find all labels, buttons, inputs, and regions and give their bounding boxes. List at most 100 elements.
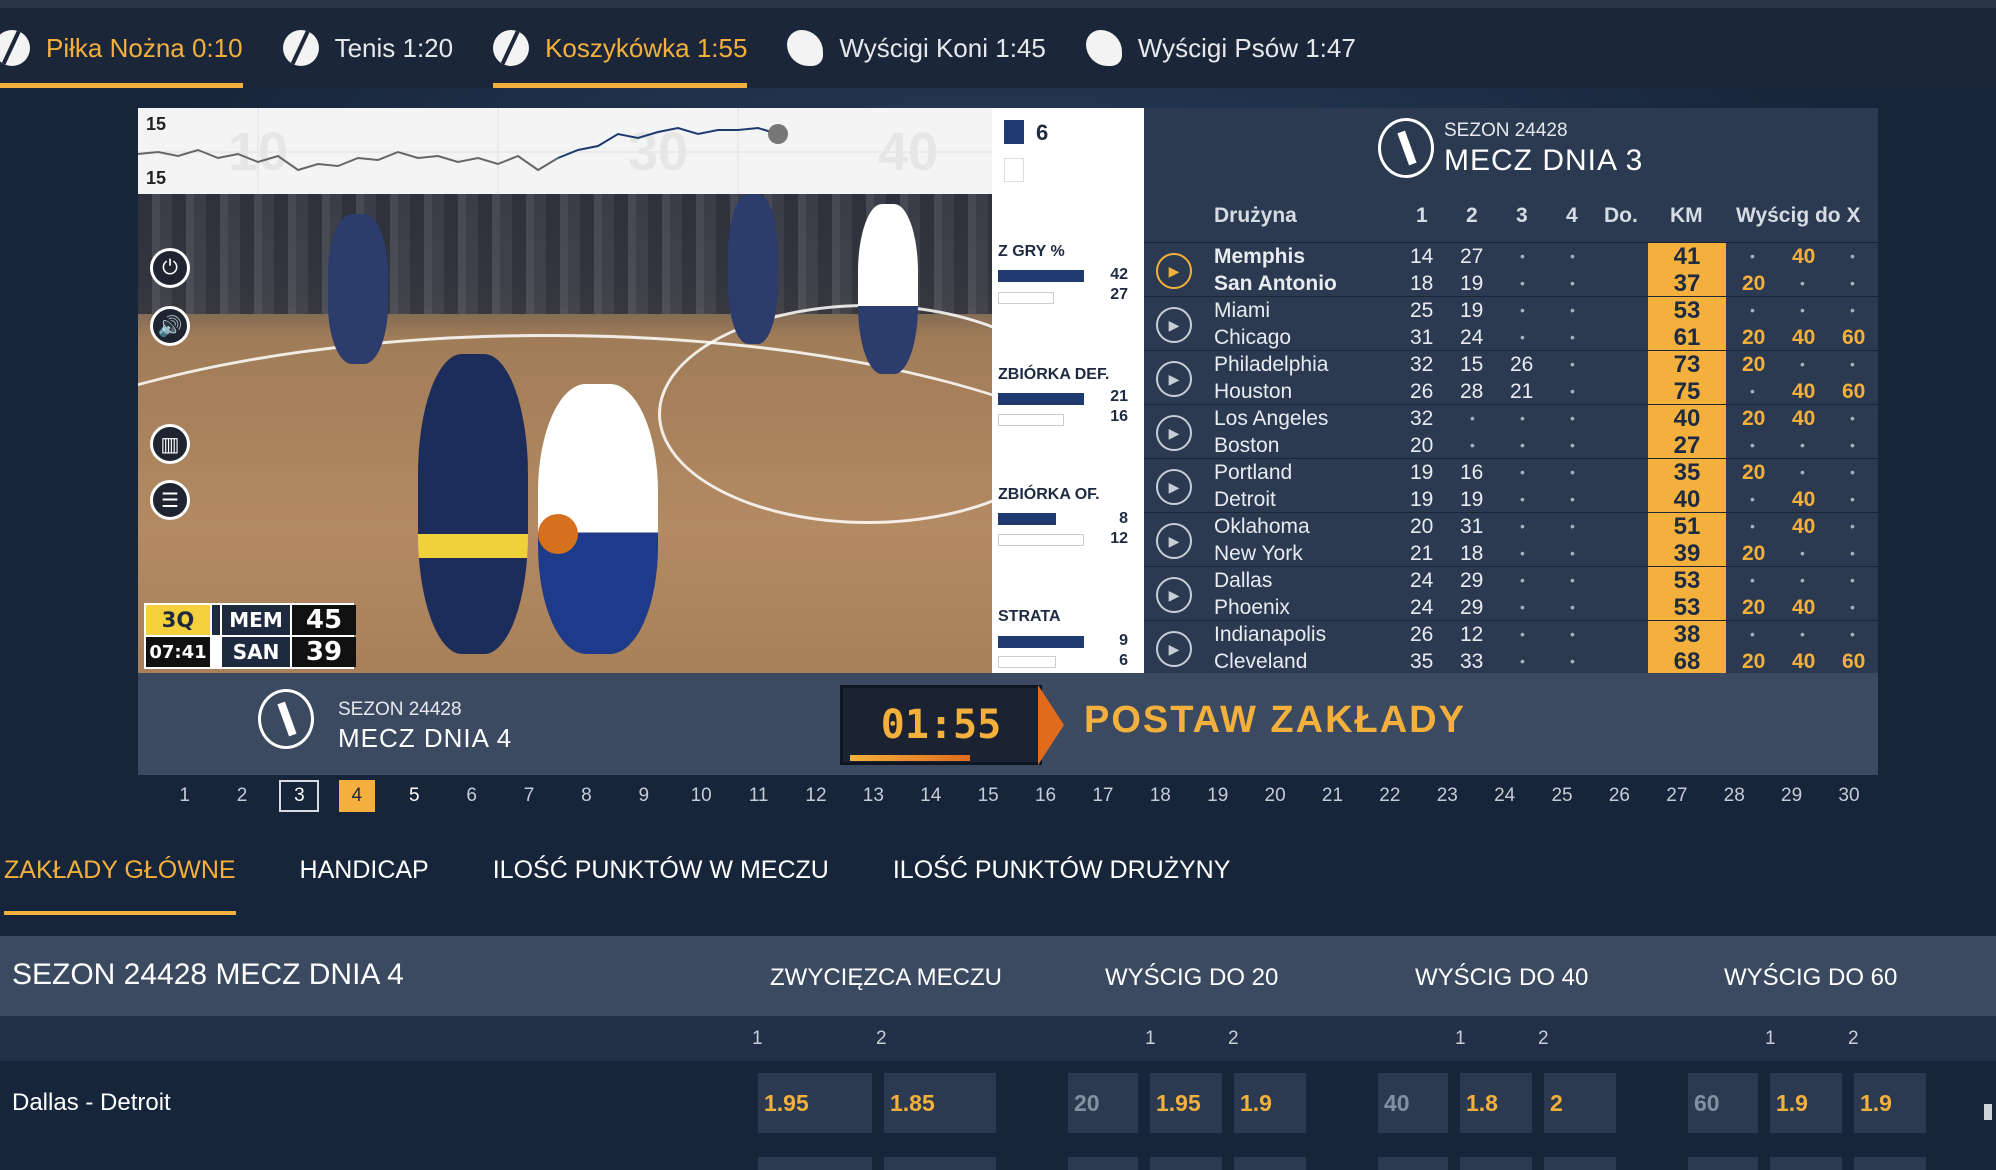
match-number-19[interactable]: 19 bbox=[1189, 785, 1246, 807]
list-button[interactable]: ☰ bbox=[150, 480, 190, 520]
team2-score: 39 bbox=[292, 637, 356, 667]
odd-stub[interactable] bbox=[1460, 1157, 1532, 1170]
match-number-14[interactable]: 14 bbox=[902, 785, 959, 807]
result-row[interactable]: ▶ Dallas Phoenix 24 24 29 29 • • • • 53 53 • 20 • 40 • • bbox=[1144, 566, 1878, 621]
odd-stub[interactable] bbox=[1688, 1157, 1758, 1170]
sub-race60-2: 2 bbox=[1848, 1028, 1859, 1049]
match-number-26[interactable]: 26 bbox=[1591, 785, 1648, 807]
tab-soccer[interactable]: Piłka Nożna 0:10 bbox=[0, 8, 243, 88]
scrollbar[interactable] bbox=[1984, 1104, 1992, 1120]
match-number-17[interactable]: 17 bbox=[1074, 785, 1131, 807]
match-number-15[interactable]: 15 bbox=[959, 785, 1016, 807]
result-row[interactable]: ▶ Philadelphia Houston 32 26 15 28 26 21 • • 73 75 20… bbox=[1144, 350, 1878, 405]
stats-button[interactable]: ▥ bbox=[150, 424, 190, 464]
play-replay-icon[interactable]: ▶ bbox=[1156, 577, 1192, 613]
match-number-12[interactable]: 12 bbox=[787, 785, 844, 807]
play-replay-icon[interactable]: ▶ bbox=[1156, 469, 1192, 505]
match-number-11[interactable]: 11 bbox=[730, 785, 787, 807]
play-replay-icon[interactable]: ▶ bbox=[1156, 523, 1192, 559]
match-number-10[interactable]: 10 bbox=[672, 785, 729, 807]
odds-row: Dallas - Detroit 1.95 1.85 20 1.95 1.9 4… bbox=[0, 1061, 1996, 1151]
match-number-13[interactable]: 13 bbox=[845, 785, 902, 807]
race-away: • bbox=[1750, 491, 1755, 507]
match-number-7[interactable]: 7 bbox=[500, 785, 557, 807]
col-q3: 3 bbox=[1516, 204, 1528, 227]
odd-stub[interactable] bbox=[1378, 1157, 1448, 1170]
match-number-29[interactable]: 29 bbox=[1763, 785, 1820, 807]
odd-winner-2[interactable]: 1.85 bbox=[884, 1073, 996, 1133]
match-number-6[interactable]: 6 bbox=[443, 785, 500, 807]
match-number-20[interactable]: 20 bbox=[1246, 785, 1303, 807]
match-number-24[interactable]: 24 bbox=[1476, 785, 1533, 807]
odd-race60-1[interactable]: 1.9 bbox=[1770, 1073, 1842, 1133]
result-row[interactable]: ▶ Los Angeles Boston 32 20 • • • • • • 40 27 20 • 40 • • • bbox=[1144, 404, 1878, 459]
match-number-16[interactable]: 16 bbox=[1017, 785, 1074, 807]
tab-handicap[interactable]: HANDICAP bbox=[300, 825, 429, 915]
play-replay-icon[interactable]: ▶ bbox=[1156, 361, 1192, 397]
match-number-21[interactable]: 21 bbox=[1304, 785, 1361, 807]
match-number-3[interactable]: 3 bbox=[279, 780, 320, 812]
match-number-28[interactable]: 28 bbox=[1706, 785, 1763, 807]
quarter-score-away: • bbox=[1470, 437, 1475, 453]
quarter-score-away: • bbox=[1570, 491, 1575, 507]
volume-button[interactable]: 🔊 bbox=[150, 306, 190, 346]
odd-race40-1[interactable]: 1.8 bbox=[1460, 1073, 1532, 1133]
match-number-22[interactable]: 22 bbox=[1361, 785, 1418, 807]
match-number-5[interactable]: 5 bbox=[386, 785, 443, 807]
match-number-25[interactable]: 25 bbox=[1533, 785, 1590, 807]
match-number-1[interactable]: 1 bbox=[156, 785, 213, 807]
odd-race20-2[interactable]: 1.9 bbox=[1234, 1073, 1306, 1133]
race-away: • bbox=[1850, 599, 1855, 615]
graph-line: 10 30 40 bbox=[138, 108, 992, 194]
result-row[interactable]: ▶ Miami Chicago 25 31 19 24 • • • • 53 61 • 20 • 40 • 60 bbox=[1144, 296, 1878, 351]
odd-winner-1[interactable]: 1.95 bbox=[758, 1073, 872, 1133]
odd-race60-2[interactable]: 1.9 bbox=[1854, 1073, 1926, 1133]
quarter-score-home: 26 bbox=[1410, 623, 1434, 646]
odds-match-name: Dallas - Detroit bbox=[12, 1089, 171, 1116]
market-title-race60: WYŚCIG DO 60 bbox=[1724, 964, 1898, 991]
tab-main-bets[interactable]: ZAKŁADY GŁÓWNE bbox=[4, 825, 236, 915]
tab-basketball[interactable]: Koszykówka 1:55 bbox=[493, 8, 748, 88]
play-replay-icon[interactable]: ▶ bbox=[1156, 415, 1192, 451]
odd-stub[interactable] bbox=[1854, 1157, 1926, 1170]
match-number-8[interactable]: 8 bbox=[558, 785, 615, 807]
result-row[interactable]: ▶ Oklahoma New York 20 21 31 18 • • • • 51 39 • 20 40 • •… bbox=[1144, 512, 1878, 567]
play-replay-icon[interactable]: ▶ bbox=[1156, 253, 1192, 289]
odd-stub[interactable] bbox=[1234, 1157, 1306, 1170]
tab-dog-racing[interactable]: Wyścigi Psów 1:47 bbox=[1085, 8, 1356, 88]
play-replay-icon[interactable]: ▶ bbox=[1156, 631, 1192, 667]
match-number-9[interactable]: 9 bbox=[615, 785, 672, 807]
team-stats-panel: 6 Z GRY % 42 27 ZBIÓRKA DEF. 21 16 ZBIÓR… bbox=[992, 108, 1144, 673]
odd-stub[interactable] bbox=[1068, 1157, 1138, 1170]
match-number-18[interactable]: 18 bbox=[1132, 785, 1189, 807]
odd-stub[interactable] bbox=[1544, 1157, 1616, 1170]
race-away: 20 bbox=[1742, 650, 1766, 673]
result-row[interactable]: ▶ Indianapolis Cleveland 26 35 12 33 • • • • 38 68 • 2… bbox=[1144, 620, 1878, 675]
race-home: • bbox=[1850, 626, 1855, 642]
odd-race20-1[interactable]: 1.95 bbox=[1150, 1073, 1222, 1133]
markets-section-title: SEZON 24428 MECZ DNIA 4 bbox=[12, 958, 404, 991]
odd-stub[interactable] bbox=[1770, 1157, 1842, 1170]
match-number-4[interactable]: 4 bbox=[338, 780, 375, 812]
tab-team-points[interactable]: ILOŚĆ PUNKTÓW DRUŻYNY bbox=[893, 825, 1231, 915]
odd-race40-2[interactable]: 2 bbox=[1544, 1073, 1616, 1133]
match-number-2[interactable]: 2 bbox=[213, 785, 270, 807]
tab-match-points[interactable]: ILOŚĆ PUNKTÓW W MECZU bbox=[493, 825, 829, 915]
match-number-23[interactable]: 23 bbox=[1419, 785, 1476, 807]
quarter-score-home: 20 bbox=[1410, 515, 1434, 538]
result-row[interactable]: ▶ Portland Detroit 19 19 16 19 • • • • 35 40 20 • • 40 • • bbox=[1144, 458, 1878, 513]
quarter-score-home: 12 bbox=[1460, 623, 1484, 646]
tab-tennis[interactable]: Tenis 1:20 bbox=[282, 8, 453, 88]
power-button[interactable]: ⏻ bbox=[150, 248, 190, 288]
team1-score: 45 bbox=[292, 605, 356, 635]
odd-stub[interactable] bbox=[758, 1157, 872, 1170]
result-row[interactable]: ▶ Memphis San Antonio 14 18 27 19 • • • • 41 37 • 20 40… bbox=[1144, 242, 1878, 297]
match-number-30[interactable]: 30 bbox=[1820, 785, 1877, 807]
odd-stub[interactable] bbox=[1150, 1157, 1222, 1170]
tab-horse-racing[interactable]: Wyścigi Koni 1:45 bbox=[787, 8, 1046, 88]
odd-stub[interactable] bbox=[884, 1157, 996, 1170]
race-away: • bbox=[1850, 545, 1855, 561]
stat-defreb-bar2 bbox=[998, 414, 1064, 426]
match-number-27[interactable]: 27 bbox=[1648, 785, 1705, 807]
play-replay-icon[interactable]: ▶ bbox=[1156, 307, 1192, 343]
